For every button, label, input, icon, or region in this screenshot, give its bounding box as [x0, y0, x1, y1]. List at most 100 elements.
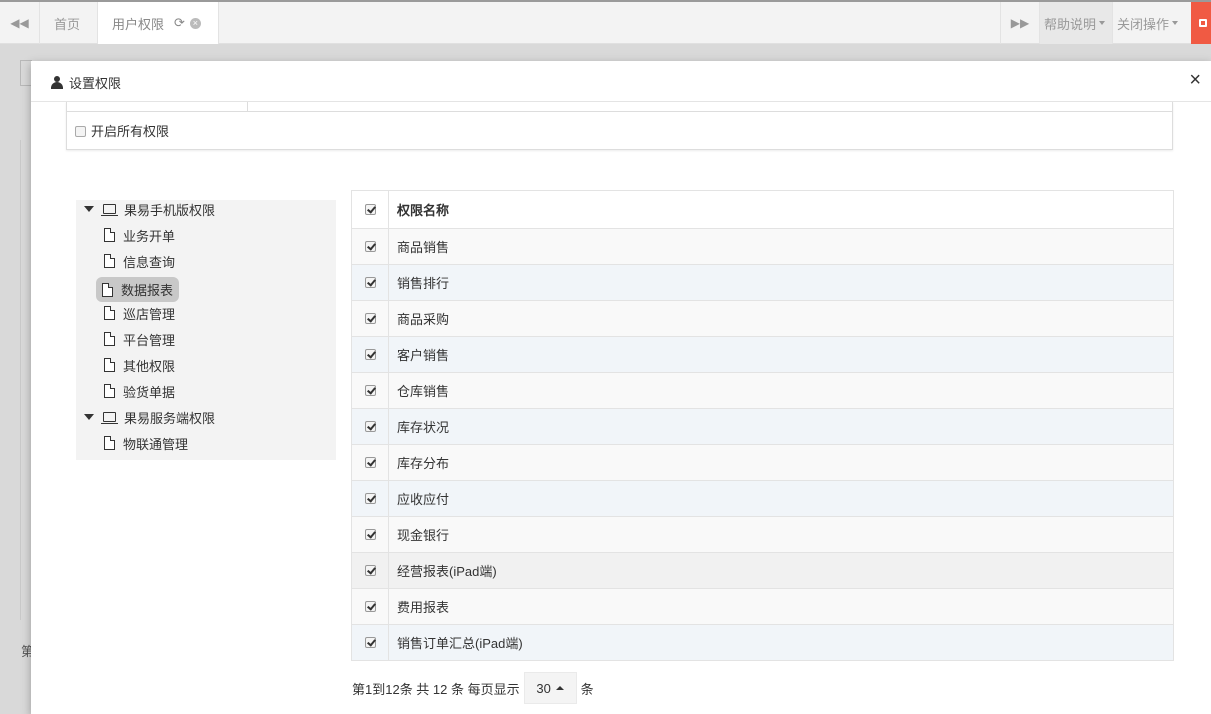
- permission-name: 库存状况: [397, 420, 450, 435]
- table-row[interactable]: 库存分布: [352, 444, 1173, 480]
- row-checkbox[interactable]: [364, 457, 376, 468]
- row-checkbox[interactable]: [364, 385, 376, 396]
- permission-table: 权限名称 商品销售 销售排行 商品采购 客户销售 仓库销售 库存状况 库存分布: [351, 190, 1174, 661]
- tree-item-label: 业务开单: [123, 228, 176, 244]
- permission-name: 应收应付: [397, 492, 450, 507]
- table-row[interactable]: 仓库销售: [352, 372, 1173, 408]
- tree-item-label: 验货单据: [123, 384, 176, 400]
- permission-name: 仓库销售: [397, 384, 450, 399]
- modal-header: 设置权限 ×: [31, 61, 1211, 102]
- enable-all-checkbox[interactable]: [75, 126, 86, 137]
- tree-group-label: 果易手机版权限: [124, 202, 216, 218]
- tab-user-permissions[interactable]: 用户权限 ⟳ ×: [98, 2, 219, 44]
- row-checkbox[interactable]: [364, 565, 376, 576]
- tab-bar: ◀◀ 首页 用户权限 ⟳ × ▶▶ 帮助说明 关闭操作: [0, 0, 1211, 44]
- close-operations-dropdown[interactable]: 关闭操作: [1112, 2, 1191, 44]
- tab-home-label: 首页: [54, 16, 81, 32]
- tree-item-label: 物联通管理: [123, 436, 189, 452]
- help-dropdown-label: 帮助说明: [1044, 16, 1097, 32]
- row-checkbox[interactable]: [364, 421, 376, 432]
- scroll-tabs-left-button[interactable]: ◀◀: [0, 2, 40, 44]
- table-header-row: 权限名称: [352, 191, 1173, 228]
- row-checkbox-cell: [352, 373, 389, 408]
- modal-title-text: 设置权限: [69, 76, 122, 91]
- enable-all-toggle[interactable]: 开启所有权限: [75, 121, 169, 140]
- row-checkbox[interactable]: [364, 241, 376, 252]
- row-checkbox[interactable]: [364, 313, 376, 324]
- tree-item-data-reports[interactable]: 数据报表: [96, 277, 180, 302]
- caret-down-icon: [1099, 21, 1106, 25]
- row-checkbox[interactable]: [364, 349, 376, 360]
- file-icon: [104, 358, 115, 372]
- file-icon: [102, 282, 113, 297]
- file-icon: [104, 384, 115, 398]
- table-row[interactable]: 销售订单汇总(iPad端): [352, 624, 1173, 660]
- scroll-tabs-right-button[interactable]: ▶▶: [1000, 2, 1040, 44]
- tree-item-business-order[interactable]: 业务开单: [104, 224, 175, 246]
- file-icon: [104, 306, 115, 320]
- row-checkbox-cell: [352, 445, 389, 480]
- row-checkbox[interactable]: [364, 601, 376, 612]
- tree-item-platform-mgmt[interactable]: 平台管理: [104, 328, 175, 350]
- exit-icon: [1199, 19, 1207, 27]
- tree-group-server[interactable]: 果易服务端权限: [84, 406, 215, 428]
- row-checkbox[interactable]: [364, 529, 376, 540]
- refresh-icon[interactable]: ⟳: [174, 15, 185, 31]
- table-row[interactable]: 销售排行: [352, 264, 1173, 300]
- table-row[interactable]: 商品采购: [352, 300, 1173, 336]
- select-all-checkbox[interactable]: [364, 204, 376, 215]
- table-row[interactable]: 应收应付: [352, 480, 1173, 516]
- monitor-icon: [101, 204, 118, 216]
- row-checkbox[interactable]: [364, 637, 376, 648]
- page-size-dropdown[interactable]: 30: [523, 672, 577, 704]
- file-icon: [104, 332, 115, 346]
- permission-name: 客户销售: [397, 348, 450, 363]
- table-row[interactable]: 库存状况: [352, 408, 1173, 444]
- tree-item-label: 数据报表: [121, 283, 174, 298]
- row-checkbox-cell: [352, 337, 389, 372]
- tree-item-iot-mgmt[interactable]: 物联通管理: [104, 432, 188, 454]
- row-checkbox-cell: [352, 625, 389, 660]
- table-row[interactable]: 现金银行: [352, 516, 1173, 552]
- help-dropdown[interactable]: 帮助说明: [1040, 2, 1112, 44]
- page-size-value: 30: [536, 680, 551, 696]
- modal-title: 设置权限: [51, 73, 121, 92]
- pagination-summary: 第1到12条 共 12 条 每页显示: [352, 681, 520, 697]
- enable-all-label: 开启所有权限: [91, 124, 170, 139]
- expand-triangle-icon[interactable]: [84, 206, 94, 212]
- exit-button[interactable]: [1191, 2, 1211, 44]
- caret-down-icon: [1172, 21, 1179, 25]
- row-checkbox[interactable]: [364, 493, 376, 504]
- tree-item-other-permissions[interactable]: 其他权限: [104, 354, 175, 376]
- page-size-unit: 条: [580, 681, 594, 697]
- select-all-cell: [352, 191, 389, 228]
- close-operations-label: 关闭操作: [1117, 16, 1170, 32]
- file-icon: [104, 254, 115, 268]
- row-checkbox-cell: [352, 409, 389, 444]
- tab-user-permissions-label: 用户权限: [112, 16, 165, 32]
- tree-group-mobile[interactable]: 果易手机版权限: [84, 198, 215, 220]
- permission-name: 现金银行: [397, 528, 450, 543]
- expand-triangle-icon[interactable]: [84, 414, 94, 420]
- tab-home[interactable]: 首页: [40, 2, 98, 44]
- row-checkbox-cell: [352, 481, 389, 516]
- tree-item-inspection-docs[interactable]: 验货单据: [104, 380, 175, 402]
- table-row[interactable]: 经营报表(iPad端): [352, 552, 1173, 588]
- tree-item-label: 其他权限: [123, 358, 176, 374]
- tree-item-label: 平台管理: [123, 332, 176, 348]
- tree-item-info-query[interactable]: 信息查询: [104, 250, 175, 272]
- file-icon: [104, 228, 115, 242]
- tree-item-store-patrol[interactable]: 巡店管理: [104, 302, 175, 324]
- row-checkbox[interactable]: [364, 277, 376, 288]
- table-row[interactable]: 费用报表: [352, 588, 1173, 624]
- close-modal-button[interactable]: ×: [1189, 70, 1201, 90]
- row-checkbox-cell: [352, 553, 389, 588]
- permission-name: 商品销售: [397, 240, 450, 255]
- row-checkbox-cell: [352, 265, 389, 300]
- double-chevron-left-icon: ◀◀: [10, 16, 29, 30]
- close-tab-icon[interactable]: ×: [189, 17, 201, 29]
- tree-item-label: 巡店管理: [123, 306, 176, 322]
- permission-name: 销售排行: [397, 276, 450, 291]
- table-row[interactable]: 客户销售: [352, 336, 1173, 372]
- table-row[interactable]: 商品销售: [352, 228, 1173, 264]
